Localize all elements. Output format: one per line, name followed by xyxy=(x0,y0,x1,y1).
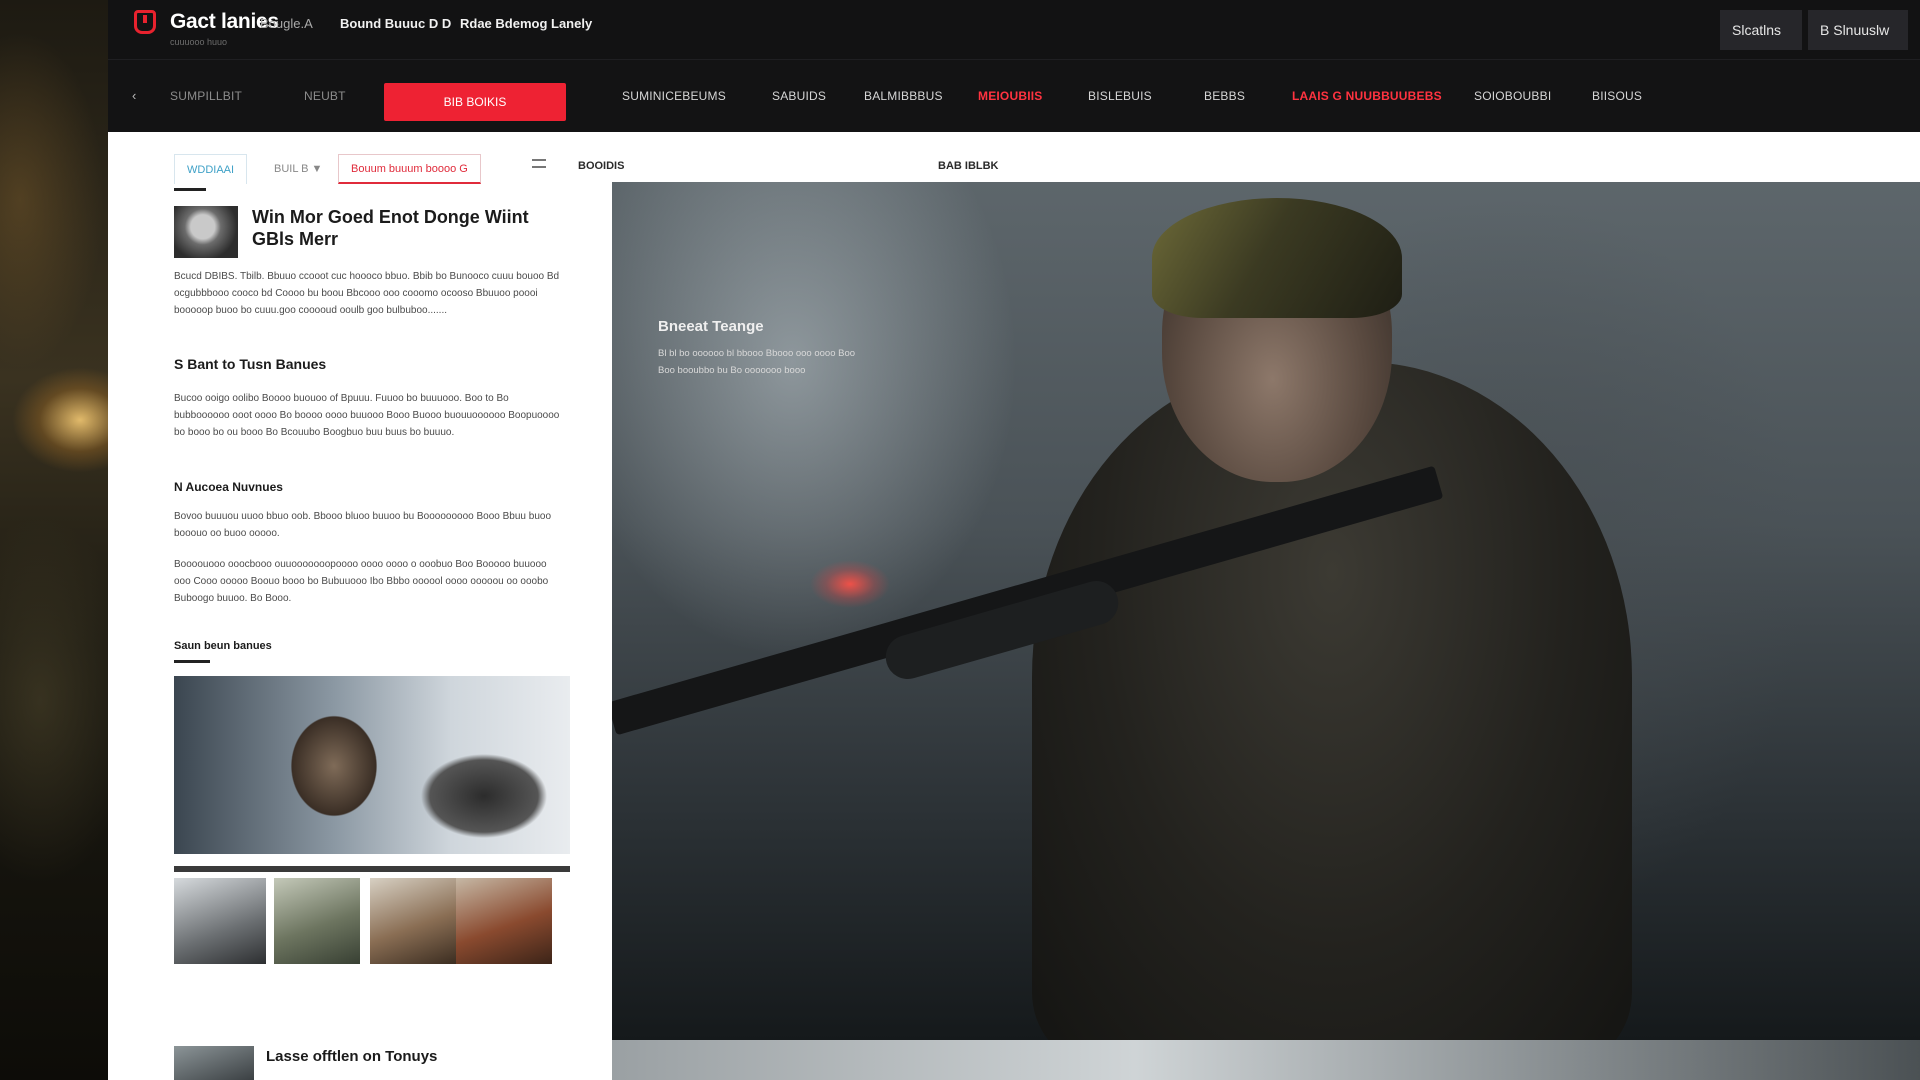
top-bar: Gact lanies cuuuooo huuo Bougle.A Bound … xyxy=(108,0,1920,60)
article-paragraph-1: Bcucd DBIBS. Tbilb. Bbuuo ccooot cuc hoo… xyxy=(174,271,560,316)
gallery-thumbnail[interactable] xyxy=(370,878,458,964)
menu-icon[interactable] xyxy=(532,159,546,168)
forest-edge-background xyxy=(0,0,108,1080)
article-paragraph-2: Bucoo ooigo oolibo Boooo buouoo of Bpuuu… xyxy=(174,393,560,438)
content-area: WDDIAAI BUIL B ▼ Bouum buuum boooo G Win… xyxy=(108,132,1920,1080)
article-paragraph-3: Bovoo buuuou uuoo bbuo oob. Bbooo bluoo … xyxy=(174,511,552,539)
tab-featured[interactable]: WDDIAAI xyxy=(174,154,248,184)
top-link-2[interactable]: Bound Buuuc D D xyxy=(340,16,451,31)
hero-overlay-text: Bl bl bo oooooo bl bbooo Bbooo ooo oooo … xyxy=(658,348,856,376)
article-subhead-2: N Aucoea Nuvnues xyxy=(174,480,283,494)
related-thumbnail[interactable] xyxy=(174,1046,254,1080)
nav-menu-6[interactable]: LAAIS G NUUBBUUBEBS xyxy=(1292,89,1442,103)
article-title[interactable]: Win Mor Goed Enot Donge Wiint GBls Merr xyxy=(252,206,572,250)
gallery-thumbnail[interactable] xyxy=(174,878,266,964)
tab-filter[interactable]: BUIL B ▼ xyxy=(262,154,334,184)
top-link-3[interactable]: Rdae Bdemog Lanely xyxy=(460,16,592,31)
nav-menu-3[interactable]: MEIOUBIIS xyxy=(978,89,1042,103)
hero-image[interactable]: Bneeat Teange Bl bl bo oooooo bl bbooo B… xyxy=(612,182,1920,1040)
nav-menu-1[interactable]: SABUIDS xyxy=(772,89,826,103)
top-right-button-2[interactable]: B Slnuuslw xyxy=(1808,10,1908,50)
top-link-1[interactable]: Bougle.A xyxy=(260,16,313,31)
gallery-thumbnail[interactable] xyxy=(274,878,360,964)
nav-item-1[interactable]: NEUBT xyxy=(304,89,346,103)
chevron-left-icon[interactable]: ‹ xyxy=(132,88,136,103)
nav-menu-8[interactable]: BIISOUS xyxy=(1592,89,1642,103)
gallery-main-image[interactable] xyxy=(174,676,570,854)
nav-cta-button[interactable]: BIB BOIKIS xyxy=(384,83,566,121)
nav-menu-0[interactable]: SUMINICEBEUMS xyxy=(622,89,726,103)
related-title[interactable]: Lasse offtlen on Tonuys xyxy=(266,1048,437,1065)
hero-label-right: BAB IBLBK xyxy=(938,160,999,172)
article-subhead-1: S Bant to Tusn Banues xyxy=(174,356,327,372)
hero-overlay-title: Bneeat Teange xyxy=(658,318,764,335)
nav-menu-5[interactable]: BEBBS xyxy=(1204,89,1245,103)
gallery-section-underline xyxy=(174,660,210,663)
tab-active[interactable]: Bouum buuum boooo G xyxy=(338,154,481,184)
article-paragraph-4: Boooouooo ooocbooo ouuooooooopoooo oooo … xyxy=(174,559,549,604)
hero-overlay: Bneeat Teange Bl bl bo oooooo bl bbooo B… xyxy=(658,318,868,379)
main-nav: ‹ SUMPILLBIT NEUBT BIB BOIKIS SUMINICEBE… xyxy=(108,60,1920,132)
gallery-strip-bar xyxy=(174,866,570,872)
nav-item-0[interactable]: SUMPILLBIT xyxy=(170,89,242,103)
soldier-cap xyxy=(1152,198,1402,318)
gallery-section-label: Saun beun banues xyxy=(174,640,272,652)
nav-menu-2[interactable]: BALMIBBBUS xyxy=(864,89,943,103)
brand-tagline: cuuuooo huuo xyxy=(170,37,228,47)
nav-menu-7[interactable]: SOIOBOUBBI xyxy=(1474,89,1551,103)
article-thumbnail[interactable] xyxy=(174,206,238,258)
tab-underline xyxy=(174,188,206,191)
logo-icon[interactable] xyxy=(134,10,156,34)
gallery-thumbnail[interactable] xyxy=(456,878,552,964)
hero-label-left: BOOIDIS xyxy=(578,160,625,172)
left-column: WDDIAAI BUIL B ▼ Bouum buuum boooo G Win… xyxy=(108,132,612,1080)
top-right-button-1[interactable]: Slcatlns xyxy=(1720,10,1802,50)
hero-bottom-image xyxy=(612,1040,1920,1080)
nav-menu-4[interactable]: BISLEBUIS xyxy=(1088,89,1152,103)
